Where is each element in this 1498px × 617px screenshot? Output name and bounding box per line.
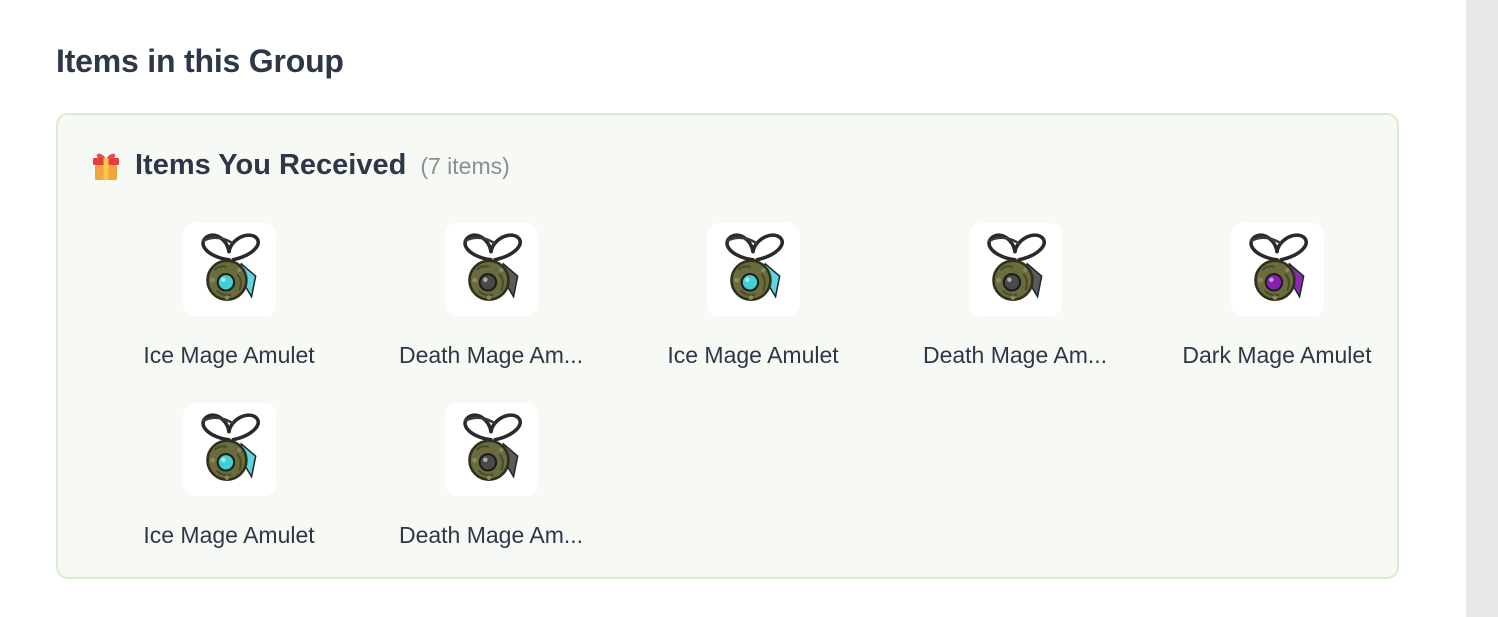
item-card[interactable]: Ice Mage Amulet: [622, 223, 884, 403]
ice-mage-amulet-icon: [725, 232, 784, 301]
item-thumbnail[interactable]: [182, 403, 276, 496]
scrollbar-track[interactable]: [1466, 0, 1498, 617]
item-card[interactable]: Death Mage Am...: [360, 403, 622, 583]
panel-title: Items You Received: [135, 149, 407, 181]
item-card[interactable]: Death Mage Am...: [884, 223, 1146, 403]
item-card[interactable]: Death Mage Am...: [360, 223, 622, 403]
item-name[interactable]: Ice Mage Amulet: [667, 342, 838, 369]
item-name[interactable]: Death Mage Am...: [923, 342, 1107, 369]
ice-mage-amulet-icon: [201, 232, 260, 301]
death-mage-amulet-icon: [463, 232, 522, 301]
item-card[interactable]: Ice Mage Amulet: [98, 403, 360, 583]
item-card[interactable]: Dark Mage Amulet: [1146, 223, 1408, 403]
item-thumbnail[interactable]: [182, 223, 276, 316]
gift-icon: [93, 153, 119, 180]
items-received-panel: Items You Received (7 items) Ice Mage Am…: [56, 113, 1399, 579]
item-name[interactable]: Death Mage Am...: [399, 342, 583, 369]
item-count: (7 items): [420, 153, 510, 179]
dark-mage-amulet-icon: [1249, 232, 1308, 301]
item-name[interactable]: Ice Mage Amulet: [143, 342, 314, 369]
item-card[interactable]: Ice Mage Amulet: [98, 223, 360, 403]
death-mage-amulet-icon: [987, 232, 1046, 301]
item-thumbnail[interactable]: [1230, 223, 1324, 316]
item-thumbnail[interactable]: [444, 403, 538, 496]
item-thumbnail[interactable]: [706, 223, 800, 316]
item-name[interactable]: Death Mage Am...: [399, 522, 583, 549]
item-name[interactable]: Dark Mage Amulet: [1182, 342, 1371, 369]
items-grid: Ice Mage Amulet Death Mage Am... Ice Mag…: [98, 223, 1408, 583]
section-title: Items in this Group: [56, 43, 344, 79]
item-thumbnail[interactable]: [444, 223, 538, 316]
ice-mage-amulet-icon: [201, 412, 260, 481]
item-thumbnail[interactable]: [968, 223, 1062, 316]
panel-header: Items You Received (7 items): [91, 149, 510, 182]
death-mage-amulet-icon: [463, 412, 522, 481]
item-name[interactable]: Ice Mage Amulet: [143, 522, 314, 549]
